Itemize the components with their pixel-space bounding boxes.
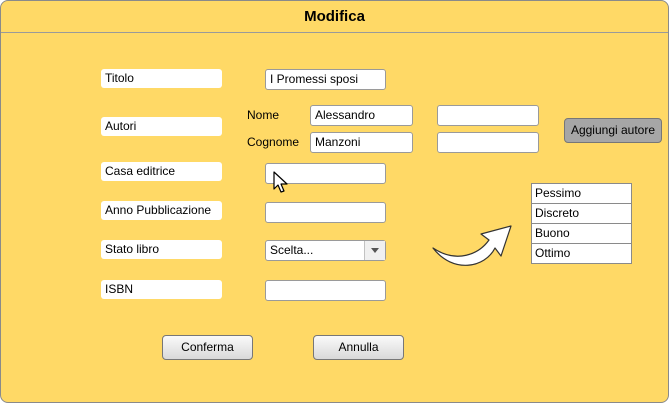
anno-input[interactable]	[265, 202, 386, 223]
window-title: Modifica	[304, 8, 365, 25]
casa-editrice-label: Casa editrice	[101, 162, 222, 181]
option-item[interactable]: Buono	[532, 224, 631, 244]
cognome-label: Cognome	[247, 135, 300, 149]
edit-window: Modifica Titolo I Promessi sposi Autori …	[0, 0, 669, 403]
dropdown-triangle-icon[interactable]	[364, 241, 385, 260]
curved-arrow-icon	[432, 225, 512, 266]
isbn-label: ISBN	[101, 280, 222, 299]
author2-cognome-input[interactable]	[437, 132, 539, 153]
option-item[interactable]: Discreto	[532, 204, 631, 224]
autori-label: Autori	[101, 117, 222, 136]
titolo-label: Titolo	[101, 69, 222, 88]
author1-nome-input[interactable]: Alessandro	[310, 105, 413, 126]
title-bar: Modifica	[1, 1, 668, 33]
isbn-input[interactable]	[265, 280, 386, 301]
author1-cognome-input[interactable]: Manzoni	[310, 132, 413, 153]
anno-label: Anno Pubblicazione	[101, 201, 222, 220]
nome-label: Nome	[247, 108, 280, 122]
confirm-button[interactable]: Conferma	[162, 335, 253, 360]
option-item[interactable]: Pessimo	[532, 184, 631, 204]
option-item[interactable]: Ottimo	[532, 244, 631, 263]
add-author-button[interactable]: Aggiungi autore	[564, 118, 662, 143]
cancel-button[interactable]: Annulla	[313, 335, 404, 360]
titolo-input[interactable]: I Promessi sposi	[265, 69, 386, 90]
stato-options-list: Pessimo Discreto Buono Ottimo	[531, 183, 632, 264]
mouse-pointer-icon	[273, 171, 288, 193]
stato-select[interactable]: Scelta...	[265, 240, 386, 261]
stato-label: Stato libro	[101, 240, 222, 259]
author2-nome-input[interactable]	[437, 105, 539, 126]
stato-selected-value: Scelta...	[270, 243, 314, 257]
